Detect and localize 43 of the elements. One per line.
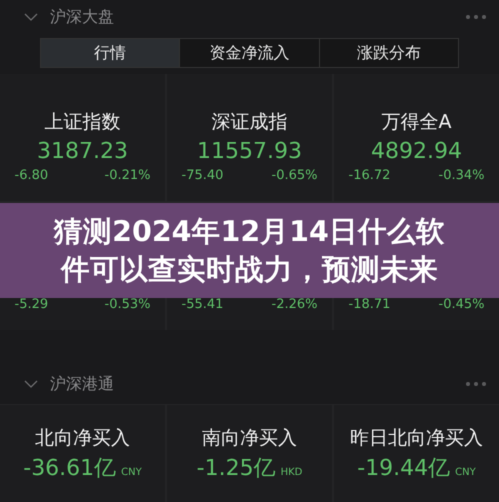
section-title: 沪深港通 xyxy=(50,374,115,394)
change-value: -6.80 xyxy=(14,168,48,183)
change-percent: -0.34% xyxy=(438,168,484,183)
currency-label: CNY xyxy=(121,467,142,478)
change-value: -55.41 xyxy=(182,297,224,312)
card-name: 上证指数 xyxy=(44,110,120,135)
card-value: 3187.23 xyxy=(37,139,128,164)
change-value: -18.71 xyxy=(348,297,390,312)
change-value: -16.72 xyxy=(348,168,390,183)
card-name: 南向净买入 xyxy=(202,426,297,451)
card-name: 万得全A xyxy=(382,110,452,135)
card-name: 深证成指 xyxy=(212,110,288,135)
change-percent: -0.65% xyxy=(272,168,318,183)
index-card[interactable]: 上证指数 3187.23 -6.80 -0.21% xyxy=(0,74,165,201)
chevron-icon[interactable] xyxy=(24,13,38,21)
change-percent: -0.45% xyxy=(438,297,484,312)
more-icon[interactable] xyxy=(465,14,487,20)
tab[interactable]: 行情 xyxy=(41,39,180,67)
change-percent: -2.26% xyxy=(272,297,318,312)
more-icon[interactable] xyxy=(465,381,487,387)
section-title: 沪深大盘 xyxy=(50,6,115,28)
change-percent: -0.21% xyxy=(104,168,150,183)
card-value: -19.44亿 xyxy=(357,455,450,483)
currency-label: CNY xyxy=(455,467,476,478)
banner-title: 猜测2024年12月14日什么软件可以查实时战力，预测未来 xyxy=(52,214,446,288)
index-card[interactable]: 深证成指 11557.93 -75.40 -0.65% xyxy=(167,74,332,201)
index-card[interactable]: 万得全A 4892.94 -16.72 -0.34% xyxy=(334,74,499,201)
chevron-icon[interactable] xyxy=(24,380,38,388)
tab[interactable]: 资金净流入 xyxy=(179,39,319,67)
card-value: 4892.94 xyxy=(371,139,462,164)
change-percent: -0.53% xyxy=(104,297,150,312)
currency-label: HKD xyxy=(280,467,302,478)
card-name: 昨日北向净买入 xyxy=(350,426,483,451)
change-value: -5.29 xyxy=(14,297,48,312)
card-name: 北向净买入 xyxy=(35,426,130,451)
card-value: -1.25亿 xyxy=(196,455,276,483)
card-value: 11557.93 xyxy=(197,139,302,164)
index-card[interactable]: 昨日北向净买入 -19.44亿 CNY xyxy=(334,405,499,502)
change-value: -75.40 xyxy=(182,168,224,183)
index-card[interactable]: 北向净买入 -36.61亿 CNY xyxy=(0,405,165,502)
tab[interactable]: 涨跌分布 xyxy=(318,39,458,67)
card-value: -36.61亿 xyxy=(23,455,116,483)
index-card[interactable]: 南向净买入 -1.25亿 HKD xyxy=(167,405,332,502)
